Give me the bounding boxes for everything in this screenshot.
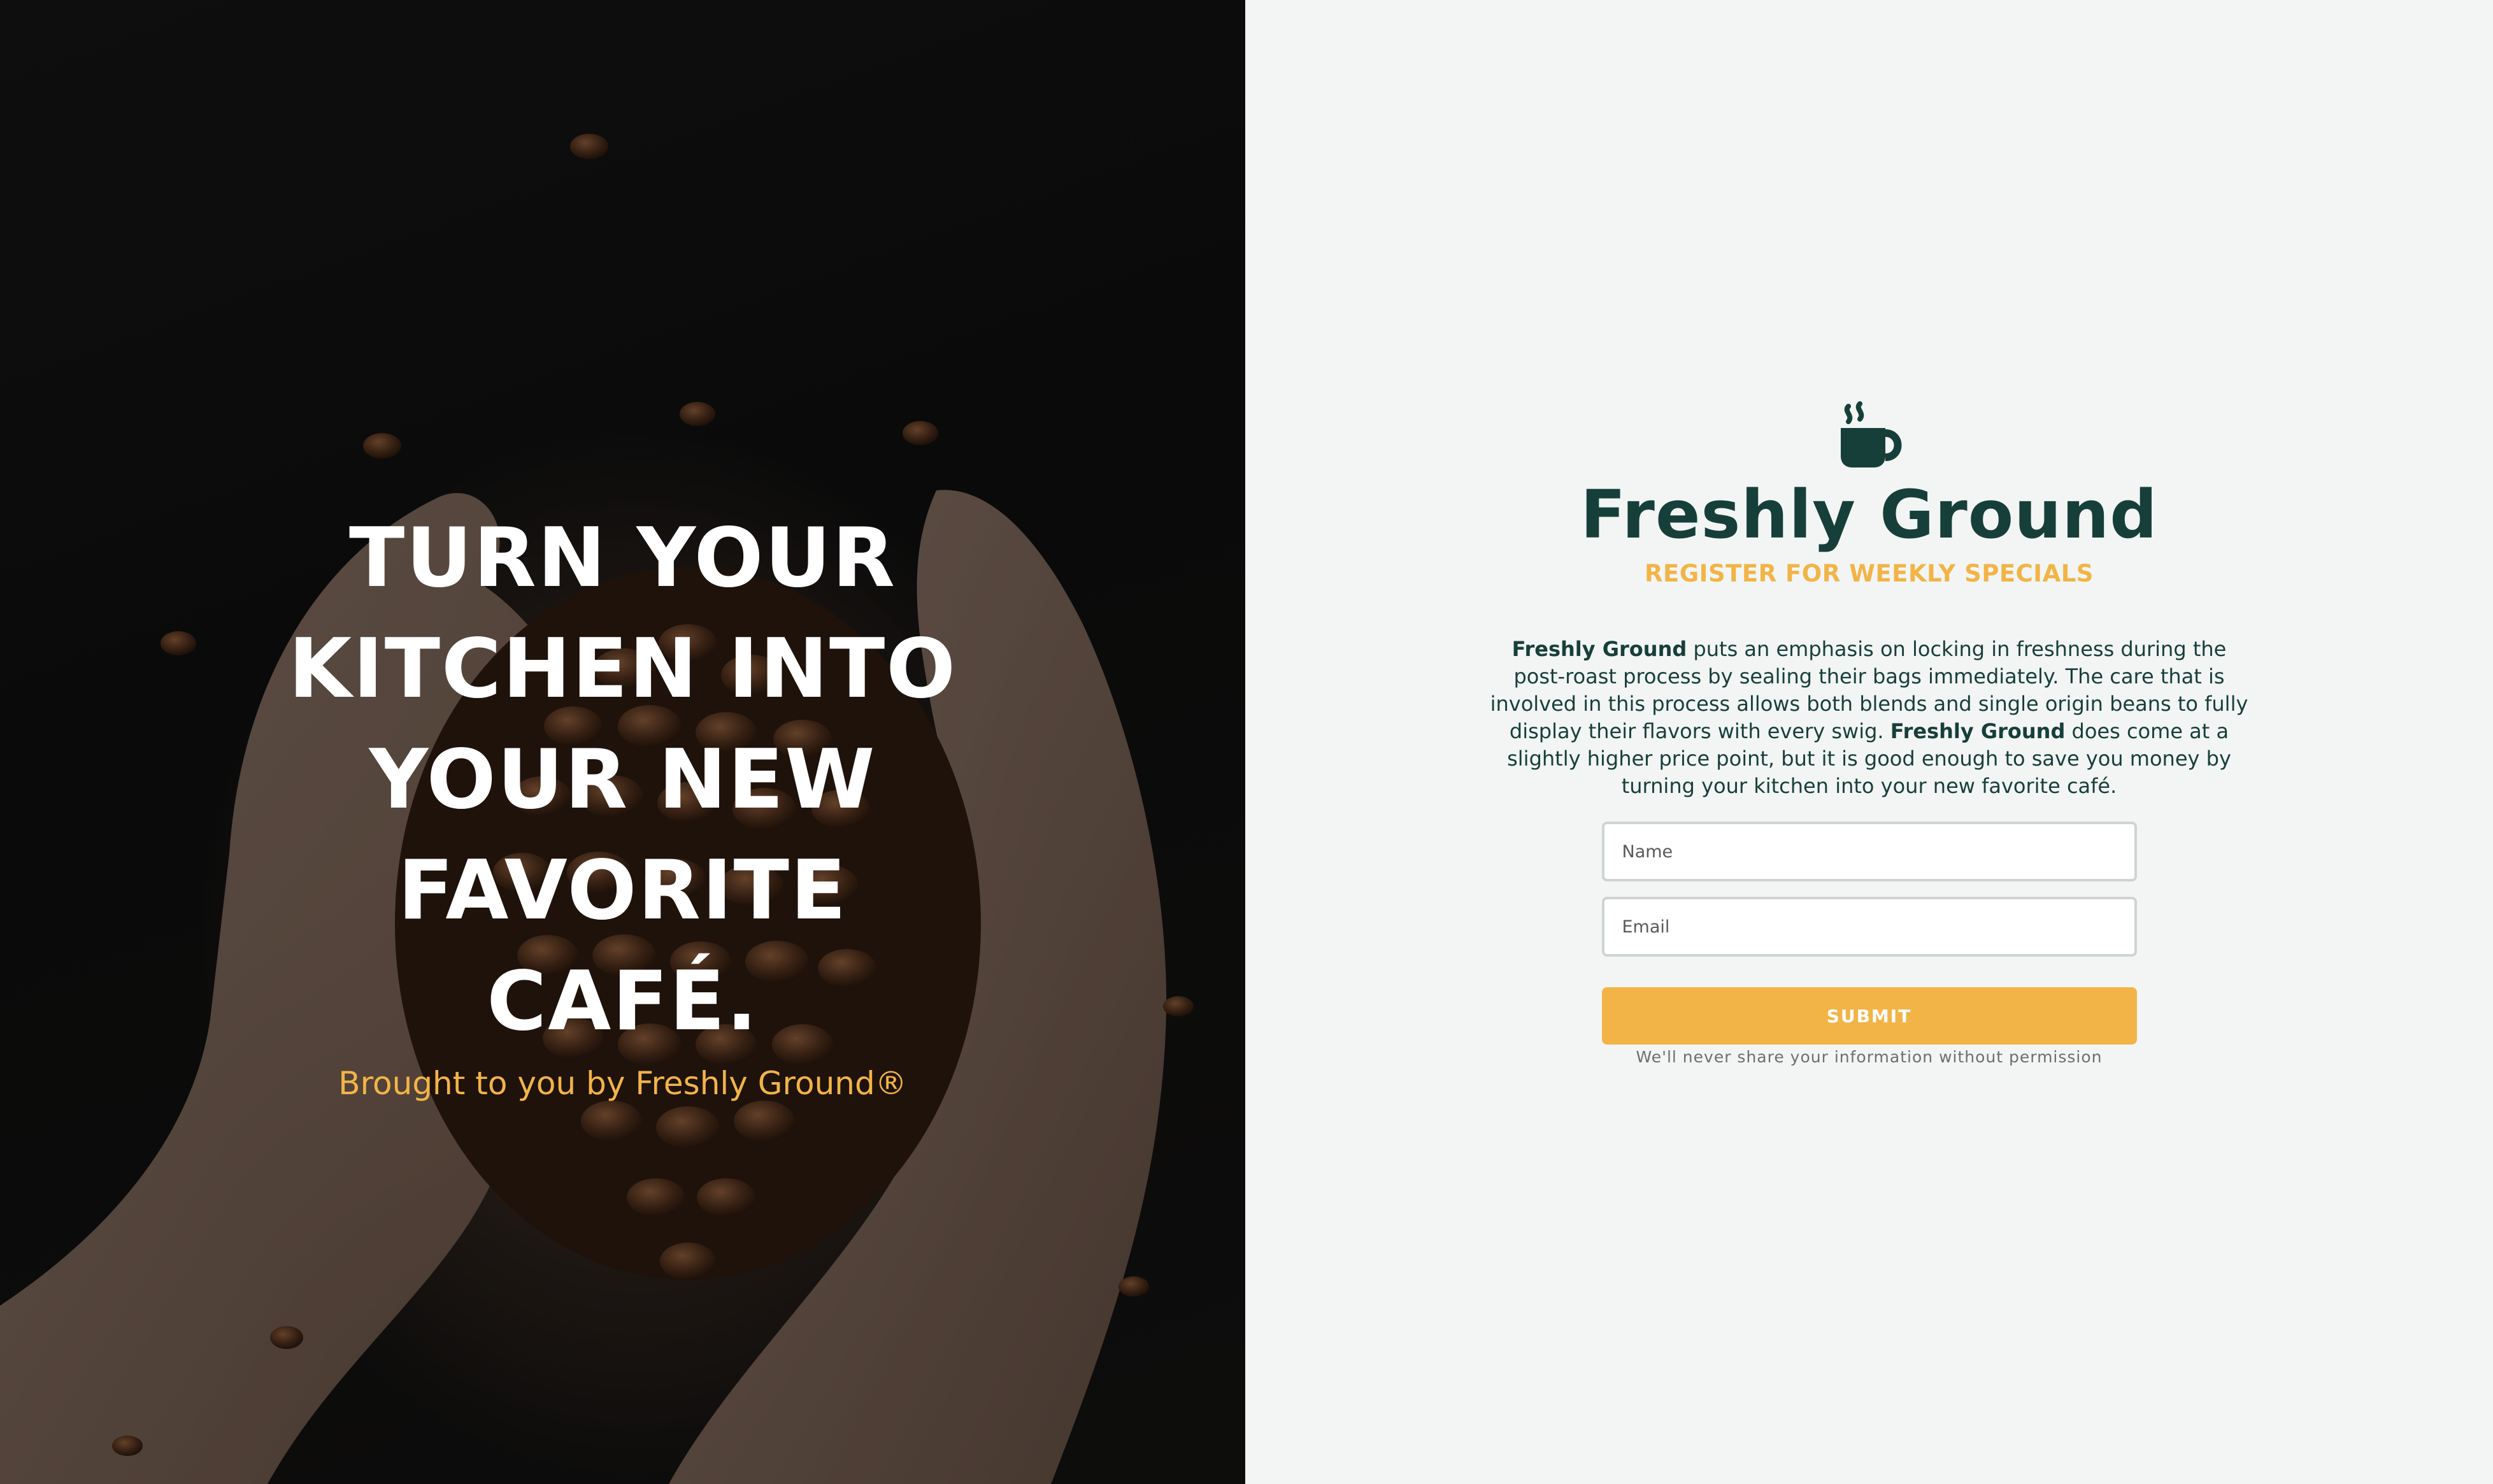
hero-headline: TURN YOUR KITCHEN INTO YOUR NEW FAVORITE… — [288, 511, 957, 1049]
submit-button[interactable]: SUBMIT — [1601, 987, 2137, 1045]
coffee-cup-icon — [1840, 401, 1901, 467]
hero-byline: Brought to you by Freshly Ground® — [338, 1065, 907, 1102]
email-input[interactable] — [1601, 897, 2137, 957]
brand-name: Freshly Ground — [1580, 476, 2158, 553]
brand-name-inline: Freshly Ground — [1511, 637, 1687, 661]
signup-content: Freshly Ground REGISTER FOR WEEKLY SPECI… — [1245, 401, 2493, 1069]
privacy-note: We'll never share your information witho… — [1636, 1048, 2103, 1066]
brand-name-inline: Freshly Ground — [1890, 719, 2066, 743]
signup-form: SUBMIT We'll never share your informatio… — [1601, 822, 2137, 1069]
name-input[interactable] — [1601, 822, 2137, 881]
brand-description: Freshly Ground puts an emphasis on locki… — [1487, 636, 2252, 800]
landing-page: TURN YOUR KITCHEN INTO YOUR NEW FAVORITE… — [0, 0, 2493, 1484]
hero-text: TURN YOUR KITCHEN INTO YOUR NEW FAVORITE… — [0, 503, 1245, 1106]
hero-section: TURN YOUR KITCHEN INTO YOUR NEW FAVORITE… — [0, 0, 1245, 1484]
signup-panel: Freshly Ground REGISTER FOR WEEKLY SPECI… — [1245, 0, 2493, 1484]
register-tagline: REGISTER FOR WEEKLY SPECIALS — [1645, 560, 2094, 587]
